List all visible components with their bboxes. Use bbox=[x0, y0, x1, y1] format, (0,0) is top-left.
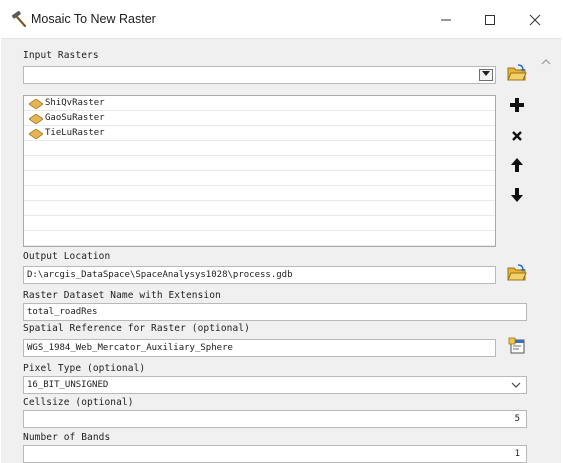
dialog-body: Input Rasters ShiQvRaster GaoSuRaster Ti… bbox=[1, 38, 561, 463]
output-location-browse-button[interactable] bbox=[506, 264, 528, 286]
empty-row bbox=[24, 156, 495, 171]
raster-layer-icon bbox=[28, 98, 44, 110]
chevron-up-icon[interactable] bbox=[541, 51, 551, 65]
empty-row bbox=[24, 231, 495, 246]
arrow-down-icon bbox=[511, 187, 523, 206]
input-rasters-list[interactable]: ShiQvRaster GaoSuRaster TieLuRaster bbox=[23, 95, 496, 247]
empty-row bbox=[24, 201, 495, 216]
pixel-type-value: 16_BIT_UNSIGNED bbox=[27, 380, 109, 390]
spatial-reference-label: Spatial Reference for Raster (optional) bbox=[23, 323, 250, 334]
title-bar: Mosaic To New Raster bbox=[0, 0, 563, 38]
list-item[interactable]: ShiQvRaster bbox=[24, 96, 495, 111]
open-folder-icon bbox=[507, 64, 527, 86]
output-location-label: Output Location bbox=[23, 251, 111, 262]
hammer-icon bbox=[10, 10, 28, 28]
raster-dataset-name-field[interactable]: total_roadRes bbox=[23, 303, 527, 321]
close-icon bbox=[529, 11, 541, 30]
list-item[interactable]: TieLuRaster bbox=[24, 126, 495, 141]
number-of-bands-field[interactable]: 1 bbox=[23, 445, 527, 463]
plus-icon bbox=[510, 97, 524, 116]
properties-icon bbox=[508, 337, 526, 359]
list-item-label: ShiQvRaster bbox=[45, 98, 105, 108]
minimize-icon bbox=[440, 11, 452, 30]
move-down-button[interactable] bbox=[506, 185, 528, 207]
input-rasters-browse-button[interactable] bbox=[506, 64, 528, 86]
open-folder-icon bbox=[507, 264, 527, 286]
number-of-bands-label: Number of Bands bbox=[23, 432, 111, 443]
list-item[interactable]: GaoSuRaster bbox=[24, 111, 495, 126]
spatial-reference-field[interactable]: WGS_1984_Web_Mercator_Auxiliary_Sphere bbox=[23, 339, 496, 357]
list-item-label: GaoSuRaster bbox=[45, 113, 105, 123]
minimize-button[interactable] bbox=[431, 7, 461, 33]
raster-dataset-name-label: Raster Dataset Name with Extension bbox=[23, 290, 221, 301]
remove-raster-button[interactable] bbox=[506, 125, 528, 147]
pixel-type-select[interactable]: 16_BIT_UNSIGNED bbox=[23, 376, 527, 394]
input-rasters-label: Input Rasters bbox=[23, 50, 99, 61]
window-title: Mosaic To New Raster bbox=[31, 12, 156, 26]
spatial-reference-properties-button[interactable] bbox=[506, 337, 528, 359]
cellsize-field[interactable]: 5 bbox=[23, 410, 527, 428]
empty-row bbox=[24, 141, 495, 156]
arrow-up-icon bbox=[511, 157, 523, 176]
combo-dropdown-button[interactable] bbox=[479, 69, 493, 81]
output-location-field[interactable]: D:\arcgis_DataSpace\SpaceAnalysys1028\pr… bbox=[23, 266, 496, 284]
move-up-button[interactable] bbox=[506, 155, 528, 177]
maximize-button[interactable] bbox=[475, 7, 505, 33]
list-item-label: TieLuRaster bbox=[45, 128, 105, 138]
chevron-down-icon bbox=[510, 380, 522, 390]
raster-layer-icon bbox=[28, 128, 44, 140]
raster-layer-icon bbox=[28, 113, 44, 125]
input-rasters-combo[interactable] bbox=[23, 66, 496, 84]
vertical-scrollbar[interactable] bbox=[538, 39, 554, 463]
triangle-down-icon bbox=[482, 70, 490, 80]
cellsize-label: Cellsize (optional) bbox=[23, 397, 134, 408]
pixel-type-label: Pixel Type (optional) bbox=[23, 363, 146, 374]
empty-row bbox=[24, 171, 495, 186]
add-raster-button[interactable] bbox=[506, 95, 528, 117]
maximize-icon bbox=[484, 11, 496, 30]
empty-row bbox=[24, 186, 495, 201]
x-icon bbox=[511, 127, 523, 146]
empty-row bbox=[24, 216, 495, 231]
close-button[interactable] bbox=[520, 7, 550, 33]
